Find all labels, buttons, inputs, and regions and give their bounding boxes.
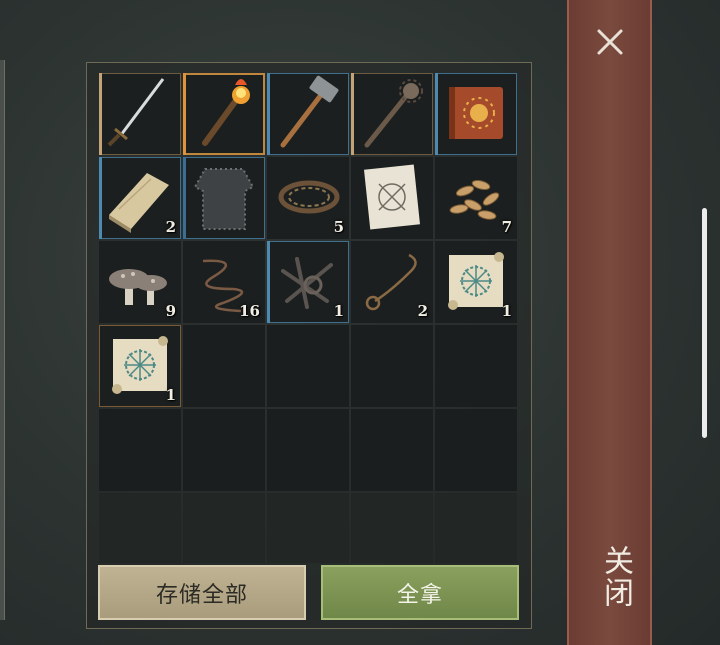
left-panel-edge bbox=[0, 60, 5, 620]
inventory-slot[interactable]: 1 bbox=[435, 241, 517, 323]
inventory-grid: 2 5 7 9 16 1 2 1 1 bbox=[98, 72, 518, 576]
inventory-slot[interactable] bbox=[435, 73, 517, 155]
item-count: 9 bbox=[165, 302, 176, 320]
empty-inventory-slot[interactable] bbox=[435, 493, 517, 563]
close-icon[interactable] bbox=[590, 22, 630, 62]
inventory-slot[interactable]: 9 bbox=[99, 241, 181, 323]
inventory-slot[interactable] bbox=[99, 73, 181, 155]
item-count: 1 bbox=[333, 302, 344, 320]
item-count: 1 bbox=[501, 302, 512, 320]
inventory-slot[interactable]: 2 bbox=[99, 157, 181, 239]
empty-inventory-slot[interactable] bbox=[183, 325, 265, 407]
empty-inventory-slot[interactable] bbox=[183, 409, 265, 491]
empty-inventory-slot[interactable] bbox=[183, 493, 265, 563]
empty-inventory-slot[interactable] bbox=[435, 409, 517, 491]
item-count: 1 bbox=[165, 386, 176, 404]
flaming-torch-icon bbox=[202, 79, 250, 146]
inventory-slot[interactable]: 5 bbox=[267, 157, 349, 239]
close-label[interactable]: 关闭 bbox=[592, 545, 633, 609]
empty-inventory-slot[interactable] bbox=[435, 325, 517, 407]
inventory-slot[interactable]: 7 bbox=[435, 157, 517, 239]
empty-inventory-slot[interactable] bbox=[267, 493, 349, 563]
sun-book-icon bbox=[449, 87, 503, 139]
empty-inventory-slot[interactable] bbox=[99, 493, 181, 563]
empty-inventory-slot[interactable] bbox=[351, 493, 433, 563]
item-count: 7 bbox=[501, 218, 512, 236]
store-all-button[interactable]: 存储全部 bbox=[98, 565, 306, 620]
inventory-slot[interactable] bbox=[267, 73, 349, 155]
take-all-button[interactable]: 全拿 bbox=[321, 565, 519, 620]
empty-inventory-slot[interactable] bbox=[99, 409, 181, 491]
inventory-slot[interactable] bbox=[351, 157, 433, 239]
inventory-slot[interactable]: 1 bbox=[267, 241, 349, 323]
inventory-slot[interactable] bbox=[351, 73, 433, 155]
item-count: 2 bbox=[417, 302, 428, 320]
item-count: 16 bbox=[239, 302, 260, 320]
inventory-slot[interactable] bbox=[183, 73, 265, 155]
item-count: 2 bbox=[165, 218, 176, 236]
hammer-icon bbox=[280, 75, 339, 148]
spiked-mace-icon bbox=[364, 79, 423, 148]
empty-inventory-slot[interactable] bbox=[351, 409, 433, 491]
inventory-slot[interactable]: 1 bbox=[99, 325, 181, 407]
inventory-slot[interactable]: 16 bbox=[183, 241, 265, 323]
blueprint-paper-icon bbox=[364, 164, 420, 230]
empty-inventory-slot[interactable] bbox=[267, 409, 349, 491]
empty-inventory-slot[interactable] bbox=[267, 325, 349, 407]
item-count: 5 bbox=[333, 218, 344, 236]
inventory-slot[interactable] bbox=[183, 157, 265, 239]
sword-icon bbox=[107, 78, 165, 147]
inventory-slot[interactable]: 2 bbox=[351, 241, 433, 323]
chainmail-armor-icon bbox=[193, 168, 255, 230]
scrollbar[interactable] bbox=[702, 208, 707, 438]
empty-inventory-slot[interactable] bbox=[351, 325, 433, 407]
